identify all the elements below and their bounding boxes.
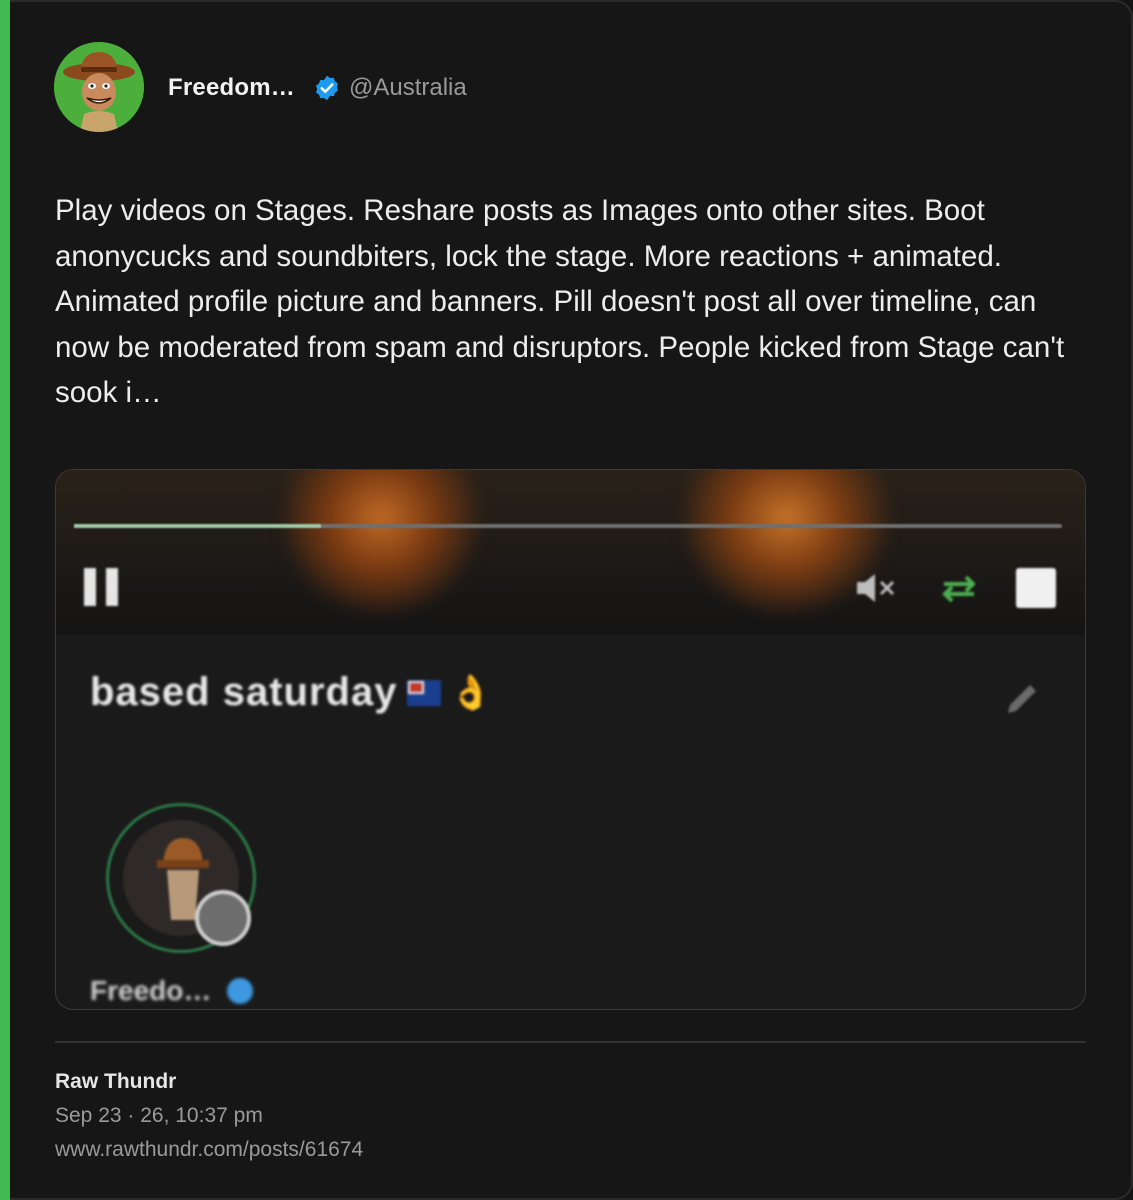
embedded-media[interactable]: based saturday 👌 Freedo… (55, 469, 1086, 1010)
pause-icon[interactable] (84, 568, 120, 606)
screenshot-frame: Freedom… @Australia Play videos on Stage… (0, 0, 1133, 1200)
video-progress-fill (74, 524, 321, 528)
video-controls (56, 560, 1085, 620)
speaker-status-badge (195, 890, 251, 946)
fullscreen-icon[interactable] (1016, 568, 1056, 608)
author-handle[interactable]: @Australia (349, 74, 467, 102)
stage-title-text: based saturday (90, 670, 398, 714)
edit-pencil-icon[interactable] (996, 675, 1046, 725)
ok-hand-icon: 👌 (449, 673, 493, 712)
video-player[interactable] (56, 470, 1085, 635)
speaker-name: Freedo… (90, 975, 254, 1007)
speaker-avatar[interactable] (106, 803, 256, 953)
post-url[interactable]: www.rawthundr.com/posts/61674 (55, 1138, 363, 1162)
footer-divider (55, 1041, 1086, 1043)
loop-icon[interactable] (934, 568, 984, 608)
verified-badge-icon (316, 75, 338, 101)
mute-icon[interactable] (851, 568, 901, 608)
post-body-text: Play videos on Stages. Reshare posts as … (55, 194, 1065, 409)
post-timestamp: Sep 23 · 26, 10:37 pm (55, 1104, 263, 1127)
author-avatar[interactable] (54, 42, 144, 132)
video-progress-bar[interactable] (74, 524, 1062, 528)
author-line: Freedom… @Australia (168, 72, 467, 104)
author-name[interactable]: Freedom… (168, 74, 295, 102)
avatar-illustration (54, 42, 144, 132)
stage-title: based saturday 👌 (90, 670, 493, 715)
speaker-verified-icon (227, 978, 254, 1004)
accent-bar (0, 0, 10, 1200)
australia-flag-icon (407, 679, 442, 706)
speaker-name-text: Freedo… (90, 975, 212, 1006)
source-name[interactable]: Raw Thundr (55, 1070, 176, 1094)
post-card: Freedom… @Australia Play videos on Stage… (10, 0, 1133, 1200)
